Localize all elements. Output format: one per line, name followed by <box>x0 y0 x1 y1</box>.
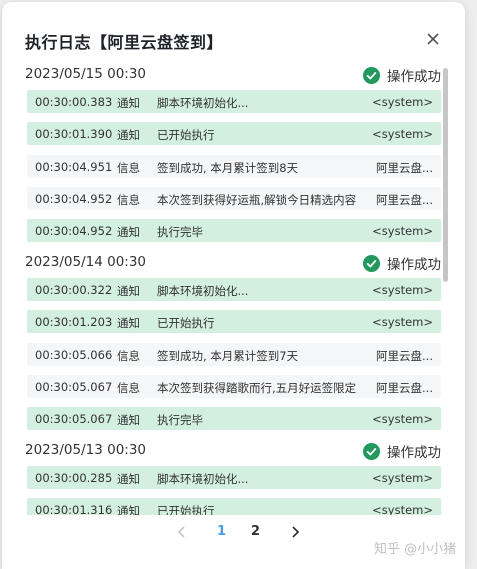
log-row: 00:30:05.067 信息 本次签到获得踏歌而行,五月好运签限定 阿里云盘... <box>27 374 441 398</box>
log-source: 阿里云盘... <box>376 348 433 363</box>
log-source: <system> <box>372 95 433 109</box>
log-level: 信息 <box>117 380 140 395</box>
log-row: 00:30:04.951 信息 签到成功, 本月累计签到8天 阿里云盘... <box>27 154 441 178</box>
log-level: 信息 <box>117 192 140 207</box>
log-time: 00:30:00.322 <box>35 283 113 297</box>
log-source: <system> <box>372 127 433 142</box>
check-circle-icon <box>363 442 380 460</box>
status-text: 操作成功 <box>387 257 441 273</box>
log-time: 00:30:00.383 <box>35 95 113 109</box>
log-time: 00:30:04.952 <box>35 191 113 206</box>
log-time: 00:30:01.203 <box>35 315 113 330</box>
log-level: 信息 <box>117 160 140 175</box>
log-row: 00:30:00.383 通知 脚本环境初始化... <system> <box>27 90 441 113</box>
log-group-header: 2023/05/14 00:30 操作成功 <box>25 248 441 274</box>
status-text: 操作成功 <box>387 445 441 461</box>
log-group-date: 2023/05/14 00:30 <box>25 254 147 270</box>
log-message: 签到成功, 本月累计签到8天 <box>157 160 299 175</box>
page-1-button[interactable]: 1 <box>217 524 226 539</box>
log-level: 通知 <box>117 225 140 239</box>
execution-log-dialog: 执行日志【阿里云盘签到】 2023/05/15 00:30 操作成功 00:30:0… <box>2 2 465 569</box>
chevron-right-icon <box>288 525 302 544</box>
log-row: 00:30:04.952 信息 本次签到获得好运瓶,解锁今日精选内容 阿里云盘... <box>27 186 441 210</box>
log-source: 阿里云盘... <box>376 160 433 175</box>
log-group-header: 2023/05/13 00:30 操作成功 <box>25 436 441 462</box>
close-icon <box>423 29 443 49</box>
log-source: 阿里云盘... <box>376 380 433 395</box>
status-badge: 操作成功 <box>363 65 441 85</box>
dialog-title: 执行日志【阿里云盘签到】 <box>25 33 224 52</box>
log-message: 本次签到获得踏歌而行,五月好运签限定 <box>157 380 357 395</box>
log-row: 00:30:01.390 通知 已开始执行 <system> <box>27 122 441 146</box>
log-time: 00:30:04.951 <box>35 159 113 174</box>
check-circle-icon <box>363 66 380 84</box>
log-source: <system> <box>372 503 433 515</box>
status-badge: 操作成功 <box>363 253 441 273</box>
log-time: 00:30:05.067 <box>35 379 113 394</box>
close-button[interactable] <box>423 29 443 49</box>
log-message: 执行完毕 <box>157 413 203 427</box>
log-message: 脚本环境初始化... <box>157 284 249 298</box>
log-time: 00:30:05.067 <box>35 412 113 426</box>
log-time: 00:30:00.285 <box>35 471 113 485</box>
log-message: 本次签到获得好运瓶,解锁今日精选内容 <box>157 192 357 207</box>
log-source: <system> <box>372 412 433 426</box>
log-level: 通知 <box>117 504 140 515</box>
chevron-left-icon <box>175 525 189 544</box>
log-row: 00:30:01.203 通知 已开始执行 <system> <box>27 310 441 334</box>
log-source: <system> <box>372 471 433 485</box>
log-message: 已开始执行 <box>157 128 215 143</box>
log-message: 已开始执行 <box>157 316 215 331</box>
log-level: 通知 <box>117 472 140 486</box>
log-row: 00:30:01.316 通知 已开始执行 <system> <box>27 498 441 515</box>
log-list: 2023/05/15 00:30 操作成功 00:30:00.383 通知 脚本环境初始… <box>25 60 445 515</box>
log-row: 00:30:05.066 信息 签到成功, 本月累计签到7天 阿里云盘... <box>27 342 441 366</box>
next-page-button[interactable] <box>288 524 302 540</box>
watermark: 知乎 @小小猪 <box>374 542 457 557</box>
log-time: 00:30:05.066 <box>35 347 113 362</box>
log-level: 通知 <box>117 96 140 110</box>
log-message: 执行完毕 <box>157 225 203 239</box>
log-message: 脚本环境初始化... <box>157 96 249 110</box>
log-message: 脚本环境初始化... <box>157 472 249 486</box>
log-source: <system> <box>372 283 433 297</box>
prev-page-button[interactable] <box>175 524 189 540</box>
log-row: 00:30:00.322 通知 脚本环境初始化... <system> <box>27 278 441 301</box>
log-message: 已开始执行 <box>157 504 215 515</box>
log-row: 00:30:04.952 通知 执行完毕 <system> <box>27 219 441 242</box>
log-level: 通知 <box>117 284 140 298</box>
log-group-header: 2023/05/15 00:30 操作成功 <box>25 60 441 86</box>
log-level: 通知 <box>117 413 140 427</box>
log-time: 00:30:01.390 <box>35 127 113 142</box>
log-source: <system> <box>372 315 433 330</box>
check-circle-icon <box>363 254 380 272</box>
status-badge: 操作成功 <box>363 441 441 461</box>
log-level: 通知 <box>117 128 140 143</box>
status-text: 操作成功 <box>387 69 441 85</box>
log-source: <system> <box>372 224 433 238</box>
log-time: 00:30:04.952 <box>35 224 113 238</box>
log-source: 阿里云盘... <box>376 192 433 207</box>
log-group-date: 2023/05/15 00:30 <box>25 66 147 82</box>
log-row: 00:30:05.067 通知 执行完毕 <system> <box>27 407 441 430</box>
scrollbar[interactable] <box>443 68 448 282</box>
log-level: 信息 <box>117 348 140 363</box>
log-level: 通知 <box>117 316 140 331</box>
log-group-date: 2023/05/13 00:30 <box>25 442 147 458</box>
log-time: 00:30:01.316 <box>35 503 113 515</box>
log-row: 00:30:00.285 通知 脚本环境初始化... <system> <box>27 466 441 489</box>
log-message: 签到成功, 本月累计签到7天 <box>157 348 299 363</box>
page-2-button[interactable]: 2 <box>251 524 260 539</box>
